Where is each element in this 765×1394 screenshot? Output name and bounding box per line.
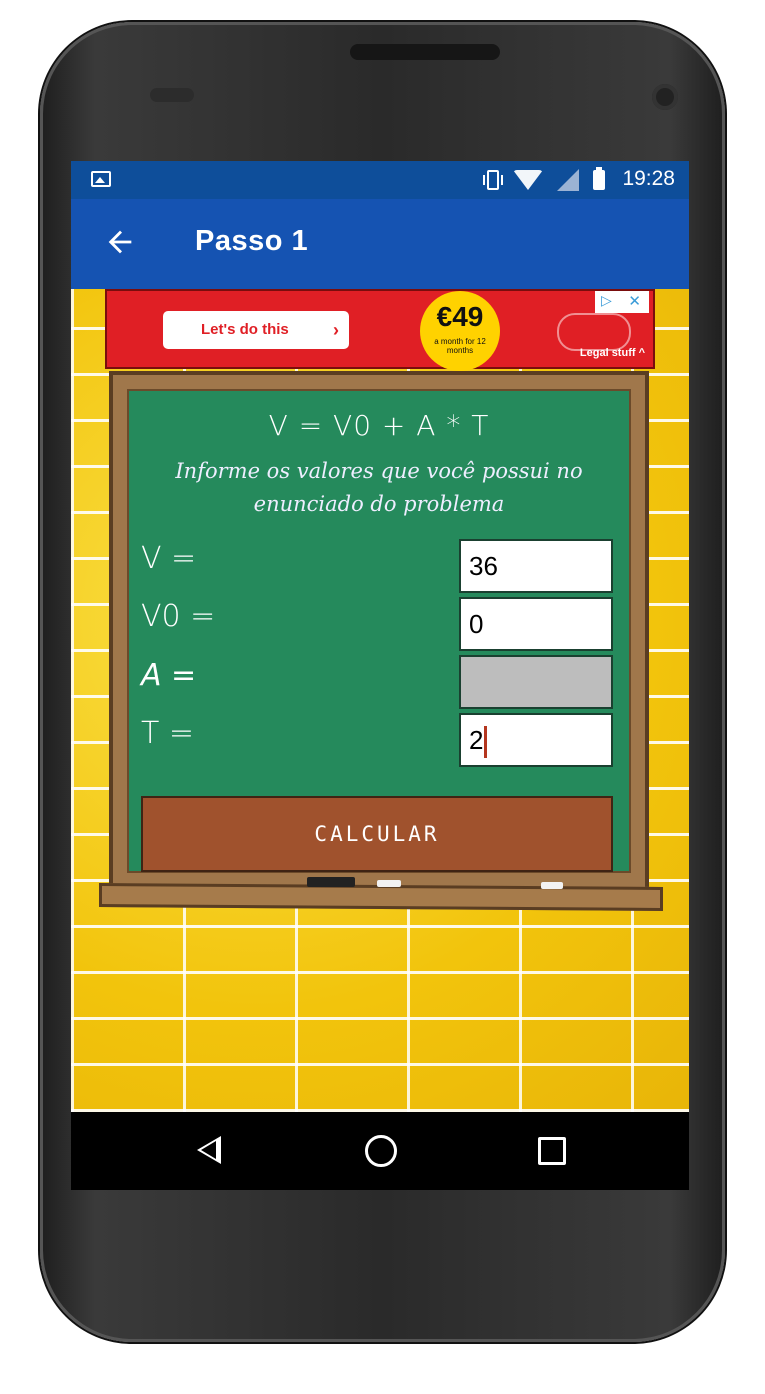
ad-graphic [557, 313, 631, 351]
input-t[interactable]: 2 [459, 713, 613, 767]
calculate-button[interactable]: CALCULAR [141, 796, 613, 872]
no-signal-icon [557, 169, 579, 191]
label-t: T = [141, 716, 194, 751]
image-icon [91, 171, 111, 187]
speaker-grille [350, 44, 500, 60]
text-cursor [484, 726, 488, 759]
blackboard-frame: V = V0 + A * T Informe os valores que vo… [109, 371, 649, 891]
recents-square-icon[interactable] [538, 1137, 566, 1165]
vibrate-icon [483, 170, 503, 190]
chevron-right-icon: › [333, 320, 339, 340]
input-t-value: 2 [469, 725, 484, 755]
wifi-icon [513, 170, 543, 190]
status-bar: 19:28 [71, 161, 689, 199]
screen: 19:28 Passo 1 Let's do this › €49 a mont… [71, 161, 689, 1190]
ad-price: €49 [436, 301, 484, 332]
label-v: V = [141, 541, 197, 576]
close-icon[interactable]: ✕ [628, 292, 641, 310]
chalk-ledge [99, 883, 663, 911]
ad-price-sub: a month for 12 months [434, 337, 486, 355]
input-a [459, 655, 613, 709]
ad-cta-label: Let's do this [201, 321, 289, 338]
front-camera [652, 84, 678, 110]
eraser [307, 877, 355, 887]
page-title: Passo 1 [195, 225, 309, 257]
input-v0[interactable]: 0 [459, 597, 613, 651]
chalk-piece [377, 880, 401, 887]
home-circle-icon[interactable] [365, 1135, 397, 1167]
ad-banner[interactable]: Let's do this › €49 a month for 12 month… [105, 289, 655, 371]
instructions: Informe os valores que você possui no en… [175, 459, 583, 516]
app-bar: Passo 1 [71, 199, 689, 289]
ad-legal-link[interactable]: Legal stuff ^ [580, 347, 645, 359]
chalk-piece [541, 882, 563, 889]
ad-cta-button[interactable]: Let's do this › [163, 311, 349, 349]
label-a: A = [141, 658, 197, 693]
status-icons [483, 167, 605, 191]
content-area: Let's do this › €49 a month for 12 month… [71, 289, 689, 1112]
navigation-bar [71, 1112, 689, 1190]
adchoices-icon[interactable]: ▷ [601, 293, 612, 309]
proximity-sensor [150, 88, 194, 102]
label-v0: V0 = [141, 599, 216, 634]
back-triangle-icon[interactable] [197, 1136, 221, 1164]
battery-icon [593, 167, 605, 190]
input-v[interactable]: 36 [459, 539, 613, 593]
formula: V = V0 + A * T [268, 409, 490, 442]
arrow-left-icon[interactable] [103, 225, 137, 259]
ad-price-badge: €49 a month for 12 months [420, 291, 500, 371]
ad-choices[interactable]: ▷ ✕ [595, 291, 649, 313]
status-time: 19:28 [622, 167, 675, 190]
blackboard: V = V0 + A * T Informe os valores que vo… [127, 389, 631, 873]
